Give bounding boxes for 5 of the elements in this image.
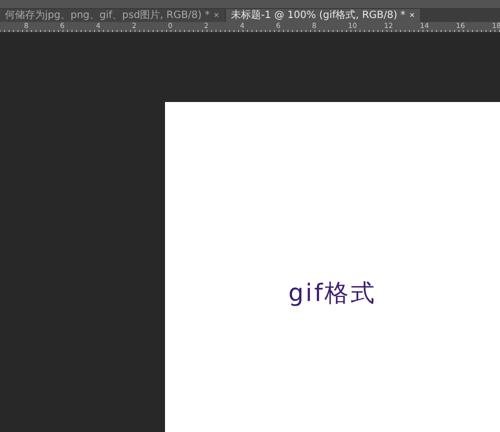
close-button[interactable]: × <box>214 9 220 22</box>
close-button[interactable]: × <box>409 9 415 22</box>
document-tab[interactable]: 何储存为jpg、png、gif、psd图片, RGB/8) * × <box>0 9 224 22</box>
document-tab[interactable]: 未标题-1 @ 100% (gif格式, RGB/8) * × <box>226 9 420 22</box>
canvas-text: gif格式 <box>288 278 377 309</box>
